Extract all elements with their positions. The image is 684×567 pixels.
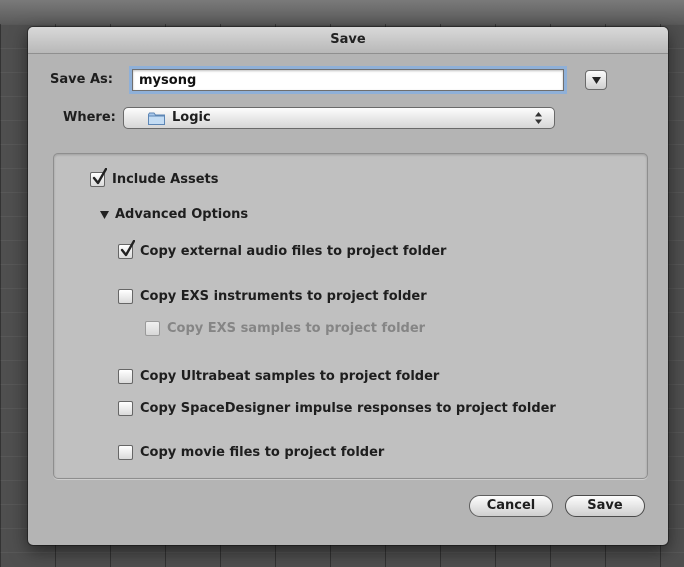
- include-assets-checkbox[interactable]: [90, 168, 107, 187]
- copy-movie-label: Copy movie files to project folder: [140, 445, 385, 460]
- advanced-options-disclosure[interactable]: Advanced Options: [100, 207, 248, 222]
- folder-icon: [148, 112, 165, 125]
- save-as-label: Save As:: [50, 72, 113, 87]
- checkmark-icon: [120, 240, 135, 257]
- save-dialog: Save Save As: Where: Logic Include Asset…: [28, 27, 668, 545]
- include-assets-label: Include Assets: [112, 172, 219, 187]
- copy-ultrabeat-label: Copy Ultrabeat samples to project folder: [140, 369, 440, 384]
- where-popup[interactable]: Logic: [123, 107, 555, 129]
- cancel-button[interactable]: Cancel: [469, 495, 553, 517]
- copy-exs-samples-checkbox: [145, 321, 160, 336]
- disclosure-triangle-icon: [100, 210, 109, 219]
- copy-ultrabeat-checkbox[interactable]: [118, 369, 133, 384]
- save-button[interactable]: Save: [565, 495, 645, 517]
- copy-exs-checkbox[interactable]: [118, 289, 133, 304]
- copy-audio-label: Copy external audio files to project fol…: [140, 244, 447, 259]
- copy-exs-label: Copy EXS instruments to project folder: [140, 289, 427, 304]
- copy-spacedesigner-checkbox[interactable]: [118, 401, 133, 416]
- dialog-title: Save: [28, 27, 668, 54]
- chevron-down-icon: [592, 77, 601, 84]
- copy-movie-checkbox[interactable]: [118, 445, 133, 460]
- copy-exs-samples-label: Copy EXS samples to project folder: [167, 321, 426, 336]
- copy-spacedesigner-option[interactable]: Copy SpaceDesigner impulse responses to …: [118, 401, 556, 416]
- copy-spacedesigner-label: Copy SpaceDesigner impulse responses to …: [140, 401, 556, 416]
- copy-exs-option[interactable]: Copy EXS instruments to project folder: [118, 289, 427, 304]
- advanced-options-label: Advanced Options: [115, 207, 249, 222]
- background-toolbar: [0, 0, 684, 24]
- where-label: Where:: [63, 110, 116, 125]
- include-assets-option[interactable]: Include Assets: [90, 168, 219, 187]
- copy-ultrabeat-option[interactable]: Copy Ultrabeat samples to project folder: [118, 369, 439, 384]
- copy-audio-checkbox[interactable]: [118, 240, 135, 259]
- where-value: Logic: [172, 110, 211, 125]
- checkmark-icon: [92, 168, 107, 185]
- options-group: [53, 153, 648, 479]
- copy-movie-option[interactable]: Copy movie files to project folder: [118, 445, 384, 460]
- copy-audio-option[interactable]: Copy external audio files to project fol…: [118, 240, 447, 259]
- expand-dialog-button[interactable]: [585, 70, 607, 90]
- up-down-arrows-icon: [535, 112, 542, 124]
- copy-exs-samples-option: Copy EXS samples to project folder: [145, 321, 425, 336]
- save-as-input[interactable]: [132, 69, 564, 91]
